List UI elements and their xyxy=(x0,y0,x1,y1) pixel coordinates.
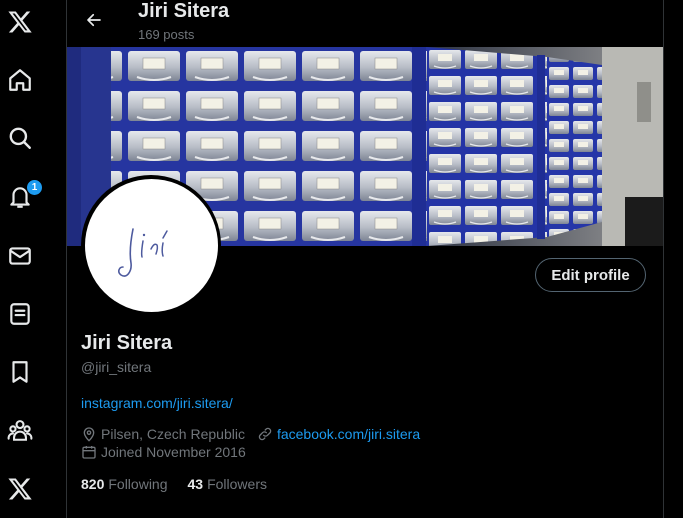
communities-icon[interactable] xyxy=(6,416,34,444)
post-count: 169 posts xyxy=(138,27,195,42)
bookmarks-icon[interactable] xyxy=(6,358,34,386)
lists-icon[interactable] xyxy=(6,300,34,328)
followers-count: 43 xyxy=(187,476,204,492)
link-icon xyxy=(258,427,272,441)
profile-handle: @jiri_sitera xyxy=(81,359,152,375)
location-pin-icon xyxy=(83,427,95,442)
profile-header: Jiri Sitera 169 posts xyxy=(67,0,663,47)
joined-date: Joined November 2016 xyxy=(101,444,246,460)
follow-stats: 820 Following 43 Followers xyxy=(81,476,287,492)
notification-count-badge: 1 xyxy=(26,179,43,196)
following-label: Following xyxy=(108,476,168,492)
edit-profile-button[interactable]: Edit profile xyxy=(535,258,646,292)
followers-label: Followers xyxy=(207,476,267,492)
profile-name: Jiri Sitera xyxy=(81,332,173,354)
website-link[interactable]: facebook.com/jiri.sitera xyxy=(277,426,420,442)
avatar-signature-image xyxy=(84,178,218,312)
location-item: Pilsen, Czech Republic xyxy=(81,426,245,442)
notifications-icon[interactable]: 1 xyxy=(6,179,43,211)
left-nav: 1 xyxy=(0,0,43,518)
column-divider xyxy=(663,0,664,518)
calendar-icon xyxy=(82,446,96,459)
website-item[interactable]: facebook.com/jiri.sitera xyxy=(257,426,420,442)
search-icon[interactable] xyxy=(6,124,34,152)
profile-meta-row: Pilsen, Czech Republic facebook.com/jiri… xyxy=(81,426,432,442)
premium-x-icon[interactable] xyxy=(6,475,34,503)
home-icon[interactable] xyxy=(6,66,34,94)
back-arrow-icon[interactable] xyxy=(83,9,105,31)
following-link[interactable]: 820 Following xyxy=(81,476,168,492)
messages-icon[interactable] xyxy=(6,242,34,270)
bio-instagram-link[interactable]: instagram.com/jiri.sitera/ xyxy=(81,395,233,411)
joined-item: Joined November 2016 xyxy=(81,444,246,460)
location-text: Pilsen, Czech Republic xyxy=(101,426,245,442)
followers-link[interactable]: 43 Followers xyxy=(188,476,267,492)
page-title: Jiri Sitera xyxy=(138,0,230,22)
x-logo-icon[interactable] xyxy=(6,8,34,36)
following-count: 820 xyxy=(81,476,105,492)
profile-avatar[interactable] xyxy=(81,175,221,315)
joined-row: Joined November 2016 xyxy=(81,444,258,460)
